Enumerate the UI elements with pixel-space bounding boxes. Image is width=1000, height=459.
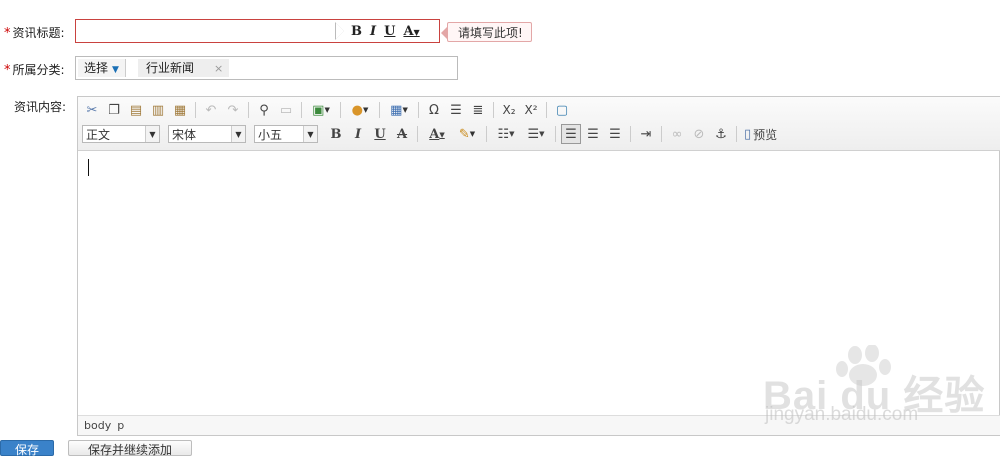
cut-icon[interactable]: ✂ bbox=[82, 100, 102, 120]
divider bbox=[661, 126, 662, 142]
title-error-tooltip: 请填写此项! bbox=[441, 22, 532, 42]
superscript-icon[interactable]: X² bbox=[521, 100, 541, 120]
chevron-down-icon: ▼ bbox=[231, 126, 245, 142]
chevron-down-icon: ▼ bbox=[413, 26, 420, 37]
paste-text-icon[interactable]: ▥ bbox=[148, 100, 168, 120]
divider bbox=[418, 102, 419, 118]
toolbar-row-2: 正文 ▼ 宋体 ▼ 小五 ▼ B I U A A ▼ ✎ ▼ ☷ ▼ ☰ ▼ ☰ ☰ ☰ ⇥ … bbox=[82, 123, 779, 145]
page-break-icon[interactable]: ≣ bbox=[468, 100, 488, 120]
title-italic-button[interactable]: I bbox=[370, 24, 376, 39]
category-select-button[interactable]: 选择 ▼ bbox=[78, 59, 126, 77]
paste-icon[interactable]: ▤ bbox=[126, 100, 146, 120]
save-button[interactable]: 保存 bbox=[0, 440, 54, 457]
paragraph-format-select[interactable]: 正文 ▼ bbox=[82, 125, 160, 143]
font-color-button[interactable]: A ▼ bbox=[423, 124, 451, 144]
bold-button[interactable]: B bbox=[326, 124, 346, 144]
select-all-icon[interactable]: ▭ bbox=[276, 100, 296, 120]
divider bbox=[493, 102, 494, 118]
align-center-icon[interactable]: ☰ bbox=[583, 124, 603, 144]
special-char-icon[interactable]: Ω bbox=[424, 100, 444, 120]
text-caret bbox=[88, 159, 89, 176]
divider bbox=[417, 126, 418, 142]
divider bbox=[736, 126, 737, 142]
ordered-list-icon[interactable]: ☷ ▼ bbox=[492, 124, 520, 144]
redo-icon[interactable]: ↷ bbox=[223, 100, 243, 120]
divider bbox=[555, 126, 556, 142]
divider bbox=[336, 23, 344, 39]
font-family-select[interactable]: 宋体 ▼ bbox=[168, 125, 246, 143]
save-and-continue-button[interactable]: 保存并继续添加 bbox=[68, 440, 192, 457]
italic-button[interactable]: I bbox=[348, 124, 368, 144]
copy-icon[interactable]: ❐ bbox=[104, 100, 124, 120]
title-format-toolbar: B I U A▼ bbox=[335, 19, 440, 43]
horizontal-rule-icon[interactable]: ☰ bbox=[446, 100, 466, 120]
insert-table-icon[interactable]: ▦ ▼ bbox=[385, 100, 413, 120]
divider bbox=[546, 102, 547, 118]
font-size-select[interactable]: 小五 ▼ bbox=[254, 125, 318, 143]
element-path-p[interactable]: p bbox=[117, 419, 124, 432]
chevron-down-icon: ▼ bbox=[112, 65, 119, 75]
element-path-body[interactable]: body bbox=[84, 419, 111, 432]
title-label: * 资讯标题: bbox=[4, 26, 65, 41]
divider bbox=[630, 126, 631, 142]
category-field[interactable] bbox=[75, 56, 458, 80]
divider bbox=[340, 102, 341, 118]
strikethrough-button[interactable]: A bbox=[392, 124, 412, 144]
content-label: 资讯内容: bbox=[14, 100, 67, 114]
insert-media-icon[interactable]: ● ▼ bbox=[346, 100, 374, 120]
chevron-down-icon: ▼ bbox=[145, 126, 159, 142]
insert-image-icon[interactable]: ▣ ▼ bbox=[307, 100, 335, 120]
underline-button[interactable]: U bbox=[370, 124, 390, 144]
indent-icon[interactable]: ⇥ bbox=[636, 124, 656, 144]
editor-toolbar: ✂ ❐ ▤ ▥ ▦ ↶ ↷ ⚲ ▭ ▣ ▼ ● ▼ ▦ ▼ Ω ☰ ≣ X₂ X² ▢… bbox=[78, 97, 1000, 151]
subscript-icon[interactable]: X₂ bbox=[499, 100, 519, 120]
unordered-list-icon[interactable]: ☰ ▼ bbox=[522, 124, 550, 144]
divider bbox=[195, 102, 196, 118]
remove-tag-icon[interactable]: × bbox=[214, 62, 223, 75]
divider bbox=[248, 102, 249, 118]
chevron-down-icon: ▼ bbox=[303, 126, 317, 142]
title-bold-button[interactable]: B bbox=[351, 24, 362, 39]
toolbar-row-1: ✂ ❐ ▤ ▥ ▦ ↶ ↷ ⚲ ▭ ▣ ▼ ● ▼ ▦ ▼ Ω ☰ ≣ X₂ X² ▢ bbox=[82, 99, 572, 121]
preview-icon: ▯ bbox=[744, 126, 752, 142]
highlight-color-icon[interactable]: ✎ ▼ bbox=[453, 124, 481, 144]
category-label: * 所属分类: bbox=[4, 63, 65, 78]
watermark-url: jingyan.baidu.com bbox=[765, 404, 919, 425]
paste-word-icon[interactable]: ▦ bbox=[170, 100, 190, 120]
link-icon[interactable]: ∞ bbox=[667, 124, 687, 144]
category-tag: 行业新闻 × bbox=[138, 59, 230, 77]
title-underline-button[interactable]: U bbox=[384, 24, 395, 39]
undo-icon[interactable]: ↶ bbox=[201, 100, 221, 120]
find-replace-icon[interactable]: ⚲ bbox=[254, 100, 274, 120]
source-code-icon[interactable]: ▢ bbox=[552, 100, 572, 120]
divider bbox=[379, 102, 380, 118]
unlink-icon[interactable]: ⊘ bbox=[689, 124, 709, 144]
anchor-icon[interactable]: ⚓ bbox=[711, 124, 731, 144]
divider bbox=[486, 126, 487, 142]
align-left-icon[interactable]: ☰ bbox=[561, 124, 581, 144]
preview-button[interactable]: ▯ 预览 bbox=[742, 124, 779, 144]
divider bbox=[301, 102, 302, 118]
title-color-button[interactable]: A▼ bbox=[403, 24, 419, 39]
align-right-icon[interactable]: ☰ bbox=[605, 124, 625, 144]
